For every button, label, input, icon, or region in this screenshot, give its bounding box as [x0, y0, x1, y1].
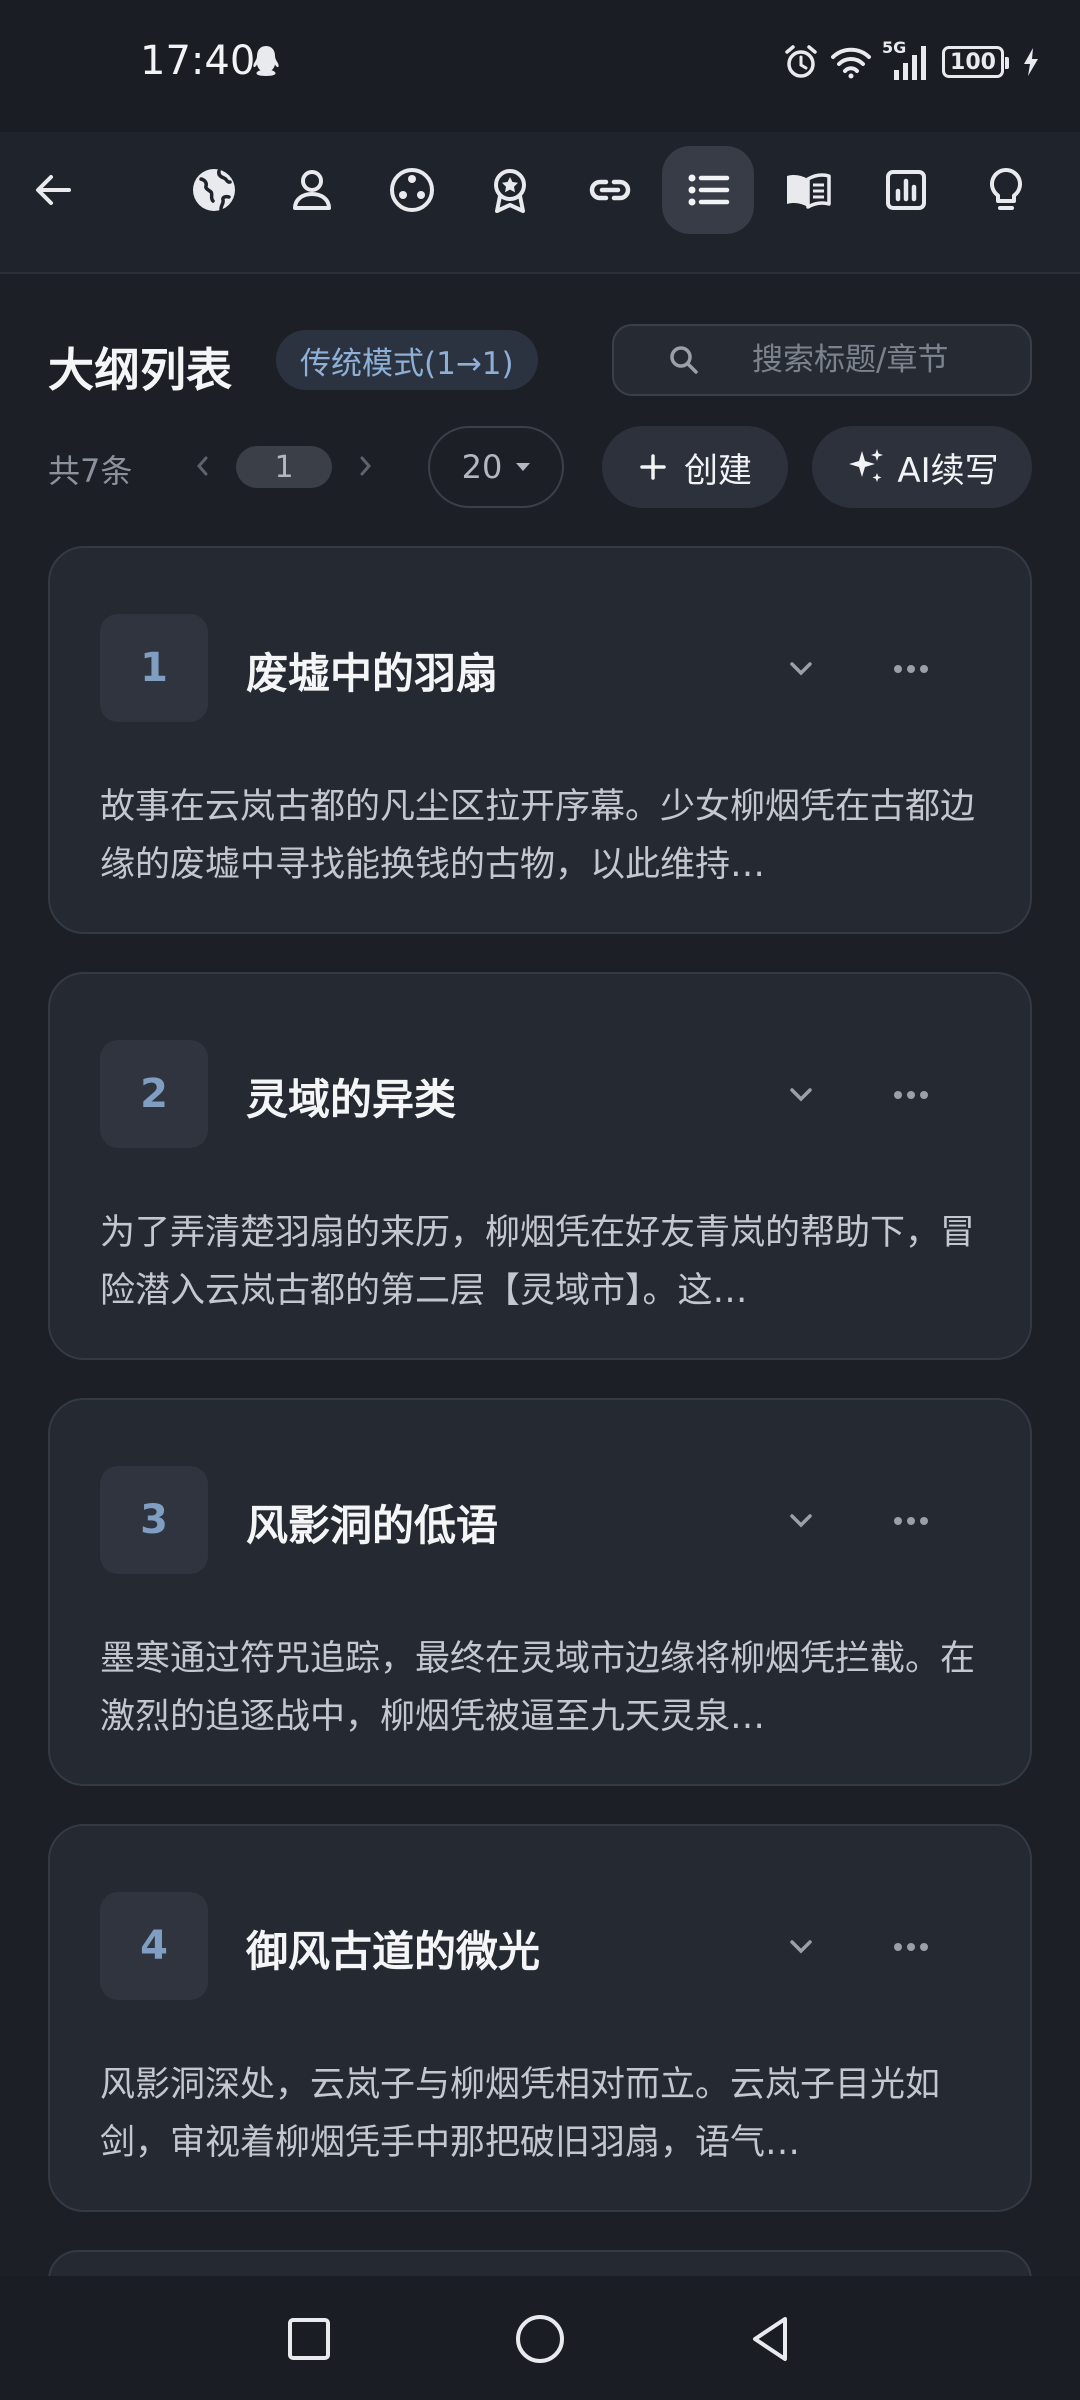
create-button[interactable]: 创建	[602, 426, 788, 508]
signal-indicator: 5G	[882, 38, 932, 82]
create-label: 创建	[684, 450, 752, 491]
chevron-down-icon	[790, 1514, 812, 1528]
chevron-down-icon	[790, 662, 812, 676]
outline-number: 4	[100, 1892, 208, 2000]
status-bar: 17:40 5G 100	[0, 0, 1080, 132]
page-size-select[interactable]: 20	[428, 426, 564, 508]
chapters-button[interactable]	[762, 146, 854, 234]
palette-icon	[390, 168, 434, 212]
awards-button[interactable]	[464, 146, 556, 234]
expand-button[interactable]	[776, 644, 826, 694]
outline-number: 2	[100, 1040, 208, 1148]
more-options-button[interactable]	[886, 1922, 936, 1972]
chevron-down-icon	[790, 1088, 812, 1102]
prev-page-button[interactable]	[188, 444, 218, 488]
alarm-icon	[785, 45, 817, 78]
signal-icon	[894, 46, 926, 80]
outline-card[interactable]: 2 灵域的异类 为了弄清楚羽扇的来历，柳烟凭在好友青岚的帮助下，冒险潜入云岚古都…	[48, 972, 1032, 1360]
mode-badge[interactable]: 传统模式(1→1)	[276, 330, 538, 390]
expand-button[interactable]	[776, 1496, 826, 1546]
link-icon	[589, 179, 631, 201]
outline-description: 为了弄清楚羽扇的来历，柳烟凭在好友青岚的帮助下，冒险潜入云岚古都的第二层【灵域市…	[100, 1213, 976, 1311]
more-options-button[interactable]	[886, 1496, 936, 1546]
status-indicators: 5G 100	[782, 38, 1040, 84]
outline-title: 风影洞的低语	[246, 1501, 499, 1550]
expand-button[interactable]	[776, 1070, 826, 1120]
circle-icon	[516, 2315, 564, 2363]
chevron-right-icon	[360, 456, 371, 476]
more-icon	[894, 1943, 928, 1951]
home-button[interactable]	[505, 2304, 575, 2374]
search-box[interactable]	[612, 324, 1032, 396]
back-arrow-icon	[36, 175, 71, 205]
outline-description: 风影洞深处，云岚子与柳烟凭相对而立。云岚子目光如剑，审视着柳烟凭手中那把破旧羽扇…	[100, 2065, 941, 2163]
chevron-down-icon	[790, 1940, 812, 1954]
system-back-button[interactable]	[736, 2304, 806, 2374]
more-icon	[894, 1517, 928, 1525]
outline-number: 1	[100, 614, 208, 722]
outline-title: 废墟中的羽扇	[246, 649, 499, 698]
more-icon	[894, 1091, 928, 1099]
outline-card[interactable]: 1 废墟中的羽扇 故事在云岚古都的凡尘区拉开序幕。少女柳烟凭在古都边缘的废墟中寻…	[48, 546, 1032, 934]
expand-button[interactable]	[776, 1922, 826, 1972]
style-button[interactable]	[366, 146, 458, 234]
outline-description: 故事在云岚古都的凡尘区拉开序幕。少女柳烟凭在古都边缘的废墟中寻找能换钱的古物，以…	[100, 787, 976, 885]
stats-button[interactable]	[860, 146, 952, 234]
page-size-value: 20	[461, 448, 503, 486]
lightbulb-icon	[990, 168, 1022, 210]
outline-card[interactable]: 3 风影洞的低语 墨寒通过符咒追踪，最终在灵域市边缘将柳烟凭拦截。在激烈的追逐战…	[48, 1398, 1032, 1786]
outline-list-button[interactable]	[662, 146, 754, 234]
more-icon	[894, 665, 928, 673]
ideas-button[interactable]	[960, 146, 1052, 234]
system-nav-bar	[0, 2276, 1080, 2400]
ai-label: AI续写	[897, 450, 999, 491]
page-title: 大纲列表	[48, 343, 232, 397]
list-icon	[688, 174, 730, 206]
chevron-left-icon	[197, 456, 208, 476]
outline-title: 御风古道的微光	[246, 1927, 541, 1976]
battery-indicator: 100	[942, 46, 1009, 78]
sparkle-icon	[849, 449, 884, 482]
recents-button[interactable]	[274, 2304, 344, 2374]
charging-icon	[1024, 48, 1038, 76]
qq-notification-icon	[253, 46, 279, 76]
outline-number: 3	[100, 1466, 208, 1574]
current-page[interactable]: 1	[236, 446, 332, 488]
plus-icon	[640, 454, 666, 480]
search-input[interactable]	[750, 341, 990, 379]
back-button[interactable]	[8, 146, 100, 234]
outline-description: 墨寒通过符咒追踪，最终在灵域市边缘将柳烟凭拦截。在激烈的追逐战中，柳烟凭被逼至九…	[100, 1639, 976, 1737]
outline-title: 灵域的异类	[246, 1075, 457, 1124]
caret-down-icon	[516, 463, 531, 471]
globe-icon	[193, 169, 235, 211]
chart-icon	[886, 170, 926, 210]
triangle-back-icon	[753, 2317, 787, 2361]
next-page-button[interactable]	[350, 444, 380, 488]
world-button[interactable]	[168, 146, 260, 234]
characters-button[interactable]	[266, 146, 358, 234]
top-toolbar	[0, 132, 1080, 274]
search-icon	[670, 346, 698, 374]
wifi-icon	[831, 47, 871, 79]
more-options-button[interactable]	[886, 644, 936, 694]
links-button[interactable]	[564, 146, 656, 234]
award-icon	[494, 169, 526, 213]
more-options-button[interactable]	[886, 1070, 936, 1120]
ai-continue-button[interactable]: AI续写	[812, 426, 1032, 508]
outline-card[interactable]: 4 御风古道的微光 风影洞深处，云岚子与柳烟凭相对而立。云岚子目光如剑，审视着柳…	[48, 1824, 1032, 2212]
total-count: 共7条	[48, 452, 133, 490]
user-icon	[293, 170, 331, 210]
book-icon	[787, 173, 831, 209]
status-time: 17:40	[140, 38, 256, 84]
square-icon	[288, 2318, 330, 2360]
